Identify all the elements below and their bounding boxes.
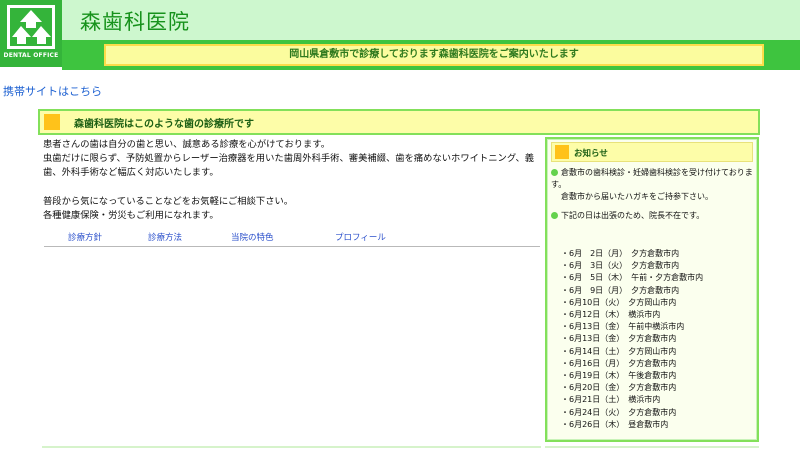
content-nav: 診療方針 診療方法 当院の特色 プロフィール: [44, 229, 540, 247]
site-header: DENTAL OFFICE 森歯科医院 岡山県倉敷市で診療しております森歯科医院…: [0, 0, 800, 76]
news-item: 下記の日は出張のため、院長不在です。: [551, 210, 757, 222]
intro-paragraph-2: 普段から気になっていることなどをお気軽にご相談下さい。 各種健康保険・労災もご利…: [43, 195, 543, 223]
schedule-item: ・6月26日（木） 昼倉敷市内: [561, 419, 669, 429]
intro-line: 各種健康保険・労災もご利用になれます。: [43, 210, 219, 221]
section-title: 森歯科医院はこのような歯の診療所です: [74, 119, 254, 130]
bullet-icon: [551, 212, 558, 219]
mobile-site-link[interactable]: 携帯サイトはこちら: [3, 83, 102, 99]
intro-line: 患者さんの歯は自分の歯と思い、誠意ある診療を心がけております。: [43, 139, 330, 150]
news-title: お知らせ: [574, 149, 608, 159]
footer-divider: [42, 446, 541, 450]
schedule-item: ・6月24日（火） 夕方倉敷市内: [561, 407, 677, 417]
news-header: お知らせ: [551, 142, 753, 162]
schedule-item: ・6月 3日（火） 夕方倉敷市内: [561, 261, 680, 271]
schedule-item: ・6月 9日（月） 夕方倉敷市内: [561, 285, 680, 295]
dental-office-logo[interactable]: DENTAL OFFICE: [0, 0, 62, 67]
header-tagline: 岡山県倉敷市で診療しております森歯科医院をご案内いたします: [104, 44, 764, 66]
intro-line: 虫歯だけに限らず、予防処置からレーザー治療器を用いた歯周外科手術、審美補綴、歯を…: [43, 153, 535, 165]
nav-link-method[interactable]: 診療方法: [148, 231, 182, 243]
absence-schedule: ・6月 2日（月） 夕方倉敷市内 ・6月 3日（火） 夕方倉敷市内 ・6月 5日…: [561, 248, 703, 431]
bullet-icon: [551, 169, 558, 176]
schedule-item: ・6月12日（木） 横浜市内: [561, 310, 661, 320]
news-item-text: 下記の日は出張のため、院長不在です。: [561, 211, 705, 220]
footer-divider: [545, 446, 759, 450]
schedule-item: ・6月19日（木） 午後倉敷市内: [561, 371, 677, 381]
schedule-item: ・6月13日（金） 午前中横浜市内: [561, 322, 685, 332]
intro-line: 歯、外科手術など幅広く対応いたします。: [43, 167, 219, 179]
schedule-item: ・6月21日（土） 横浜市内: [561, 395, 661, 405]
schedule-item: ・6月10日（火） 夕方岡山市内: [561, 297, 677, 307]
logo-text: DENTAL OFFICE: [3, 52, 59, 59]
intro-line: 普段から気になっていることなどをお気軽にご相談下さい。: [43, 195, 294, 207]
news-square-icon: [555, 145, 569, 159]
header-band: 岡山県倉敷市で診療しております森歯科医院をご案内いたします: [62, 40, 800, 70]
section-title-box: 森歯科医院はこのような歯の診療所です: [38, 109, 760, 135]
schedule-item: ・6月20日（金） 夕方倉敷市内: [561, 383, 677, 393]
title-square-icon: [44, 114, 60, 130]
intro-text: 患者さんの歯は自分の歯と思い、誠意ある診療を心がけております。 虫歯だけに限らず…: [43, 138, 543, 237]
schedule-item: ・6月 2日（月） 夕方倉敷市内: [561, 249, 680, 258]
schedule-item: ・6月13日（金） 夕方倉敷市内: [561, 334, 677, 344]
news-item-text: 倉敷市から届いたハガキをご持参下さい。: [561, 192, 713, 202]
nav-link-profile[interactable]: プロフィール: [335, 231, 386, 243]
schedule-item: ・6月 5日（木） 午前・夕方倉敷市内: [561, 273, 704, 283]
nav-link-features[interactable]: 当院の特色: [231, 231, 274, 243]
tooth-cross-logo-icon: [7, 5, 55, 49]
nav-link-policy[interactable]: 診療方針: [68, 231, 102, 243]
header-title-bar: 森歯科医院: [62, 0, 800, 40]
news-item-text: 倉敷市の歯科検診・妊婦歯科検診を受け付けております。: [551, 168, 753, 190]
news-item: 倉敷市の歯科検診・妊婦歯科検診を受け付けております。 倉敷市から届いたハガキをご…: [551, 167, 757, 204]
schedule-item: ・6月16日（月） 夕方倉敷市内: [561, 358, 677, 368]
intro-paragraph-1: 患者さんの歯は自分の歯と思い、誠意ある診療を心がけております。 虫歯だけに限らず…: [43, 138, 543, 181]
clinic-name-title: 森歯科医院: [80, 10, 190, 34]
news-box: お知らせ 倉敷市の歯科検診・妊婦歯科検診を受け付けております。 倉敷市から届いた…: [545, 137, 759, 442]
schedule-item: ・6月14日（土） 夕方岡山市内: [561, 346, 677, 356]
